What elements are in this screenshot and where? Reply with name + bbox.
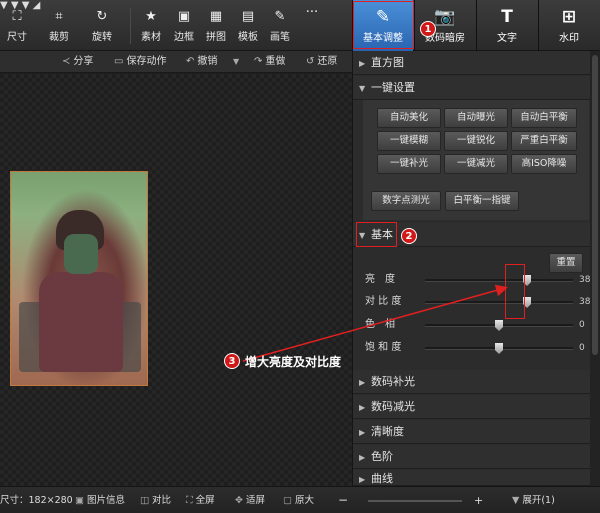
chevron-down-icon: ▼ [512,495,520,506]
annotation-callout: 增大亮度及对比度 [245,355,342,369]
compare-icon: ◫ [140,495,149,506]
zoom-out-button[interactable]: − [338,493,348,508]
info-icon: ▣ [75,495,84,506]
annotation-arrows [242,284,508,362]
annotation-badge-3: 3 [224,353,240,369]
status-bar: 尺寸：182×280 ▣ 图片信息 ◫ 对比 ⛶ 全屏 ✥ 适屏 ▢ 原大 − + ▼ 展开… [0,486,600,513]
fit-screen-button[interactable]: ✥ 适屏 [235,493,265,508]
fullscreen-button[interactable]: ⛶ 全屏 [186,493,215,508]
annotation-arrow [242,284,508,362]
fullscreen-icon: ⛶ [186,495,193,506]
fit-icon: ✥ [235,495,243,506]
zoom-in-button[interactable]: + [474,493,483,508]
zoom-slider[interactable] [368,500,462,502]
image-size-label: 尺寸：182×280 [0,495,73,506]
image-info-button[interactable]: ▣ 图片信息 [75,493,125,508]
original-size-icon: ▢ [283,495,292,506]
compare-button[interactable]: ◫ 对比 [140,493,171,508]
expand-button[interactable]: ▼ 展开(1) [512,493,555,508]
original-size-button[interactable]: ▢ 原大 [283,493,314,508]
